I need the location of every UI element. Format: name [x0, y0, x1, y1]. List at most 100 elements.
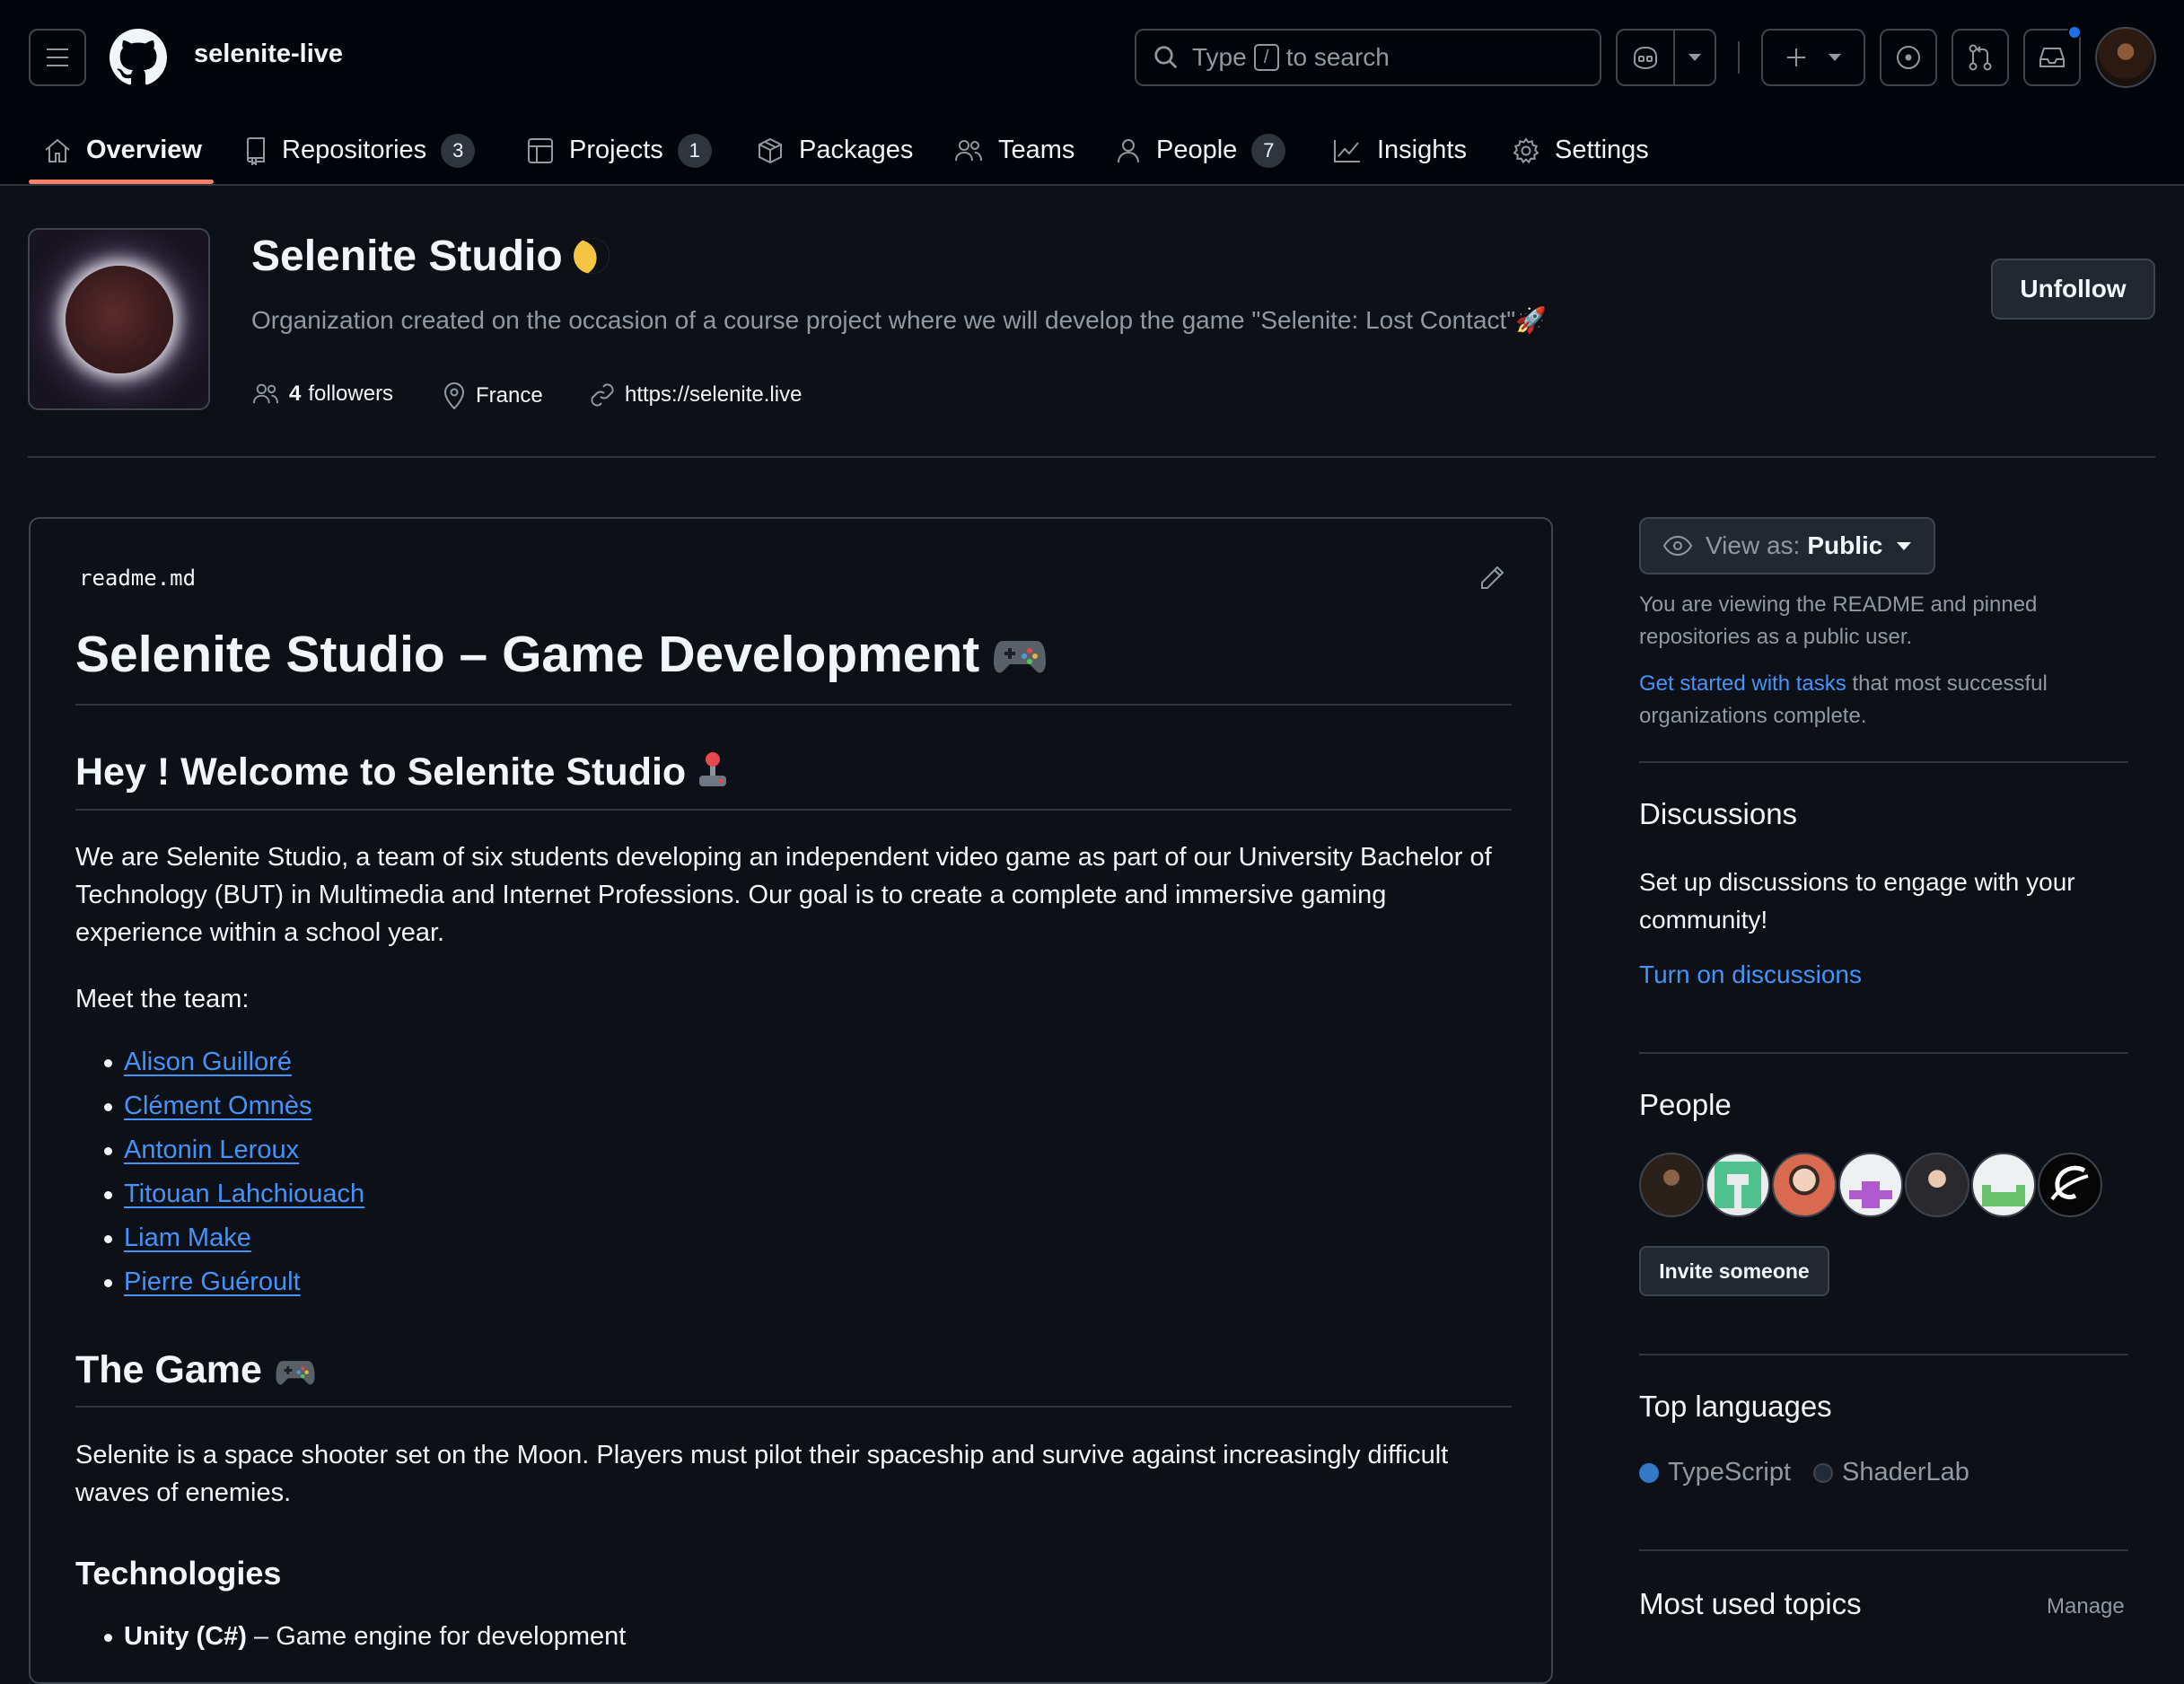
- edit-readme-button[interactable]: [1478, 564, 1506, 597]
- hamburger-icon: [47, 48, 68, 66]
- swirl-logo-icon: [2050, 1165, 2089, 1201]
- game-heading-text: The Game: [75, 1348, 262, 1391]
- followers-label: followers: [308, 382, 394, 406]
- list-item: Unity (C#) – Game engine for development: [75, 1618, 626, 1655]
- team-member-link[interactable]: Pierre Guéroult: [124, 1267, 301, 1296]
- repositories-count-badge: 3: [441, 133, 476, 168]
- tab-settings-label: Settings: [1555, 136, 1649, 164]
- intro-line: We are Selenite Studio, a team of six st…: [75, 843, 1492, 872]
- search-suffix: to search: [1285, 43, 1390, 71]
- issue-opened-icon: [1897, 46, 1920, 69]
- game-line: waves of enemies.: [75, 1478, 292, 1507]
- copilot-dropdown-button[interactable]: [1673, 29, 1716, 86]
- readme-filename: readme.md: [79, 566, 197, 591]
- menu-button[interactable]: [29, 29, 86, 86]
- tab-insights[interactable]: Insights: [1332, 115, 1467, 186]
- top-languages-heading: Top languages: [1639, 1390, 1832, 1423]
- link-icon: [591, 383, 614, 407]
- people-count-badge: 7: [1251, 133, 1286, 168]
- avatar[interactable]: [1905, 1153, 1969, 1217]
- repo-icon: [247, 136, 265, 165]
- followers-link[interactable]: 4 followers: [251, 382, 393, 407]
- readme-heading: Selenite Studio – Game Development: [75, 625, 1512, 684]
- discussions-text-line: Set up discussions to engage with your: [1639, 868, 2075, 896]
- view-as-label: View as:: [1706, 531, 1801, 559]
- search-input[interactable]: Type / to search: [1135, 29, 1601, 86]
- org-description: Organization created on the occasion of …: [251, 306, 1548, 334]
- followers-count: 4: [289, 382, 302, 406]
- view-as-value: Public: [1807, 531, 1883, 559]
- list-item: Antonin Leroux: [75, 1131, 364, 1175]
- game-heading: The Game: [75, 1348, 1512, 1392]
- search-shortcut-key: /: [1253, 44, 1279, 71]
- get-started-tasks-link[interactable]: Get started with tasks: [1639, 671, 1846, 696]
- invite-someone-button[interactable]: Invite someone: [1639, 1246, 1829, 1296]
- team-member-link[interactable]: Alison Guilloré: [124, 1048, 292, 1076]
- meet-team-text: Meet the team:: [75, 985, 250, 1013]
- avatar[interactable]: [1838, 1153, 1903, 1217]
- user-avatar-button[interactable]: [2095, 27, 2156, 88]
- manage-topics-link[interactable]: Manage: [2047, 1594, 2125, 1619]
- website-link[interactable]: https://selenite.live: [589, 382, 802, 408]
- discussions-text: Set up discussions to engage with your c…: [1639, 864, 2128, 939]
- language-item[interactable]: ShaderLab: [1813, 1458, 1969, 1487]
- view-as-dropdown[interactable]: View as: Public: [1639, 517, 1935, 574]
- tab-packages[interactable]: Packages: [756, 115, 913, 186]
- team-member-link[interactable]: Liam Make: [124, 1224, 251, 1252]
- location-icon: [443, 382, 465, 410]
- notification-indicator: [2067, 25, 2082, 39]
- tab-projects[interactable]: Projects 1: [526, 115, 712, 186]
- person-icon: [1118, 138, 1139, 162]
- git-pull-request-icon: [1969, 44, 1992, 71]
- people-icon: [955, 139, 982, 161]
- search-icon: [1154, 46, 1178, 69]
- avatar[interactable]: [1706, 1153, 1770, 1217]
- heading-rule: [75, 704, 1512, 706]
- avatar[interactable]: [1772, 1153, 1837, 1217]
- team-member-link[interactable]: Antonin Leroux: [124, 1136, 299, 1164]
- welcome-heading-text: Hey ! Welcome to Selenite Studio: [75, 750, 687, 794]
- intro-line: Technology (BUT) in Multimedia and Inter…: [75, 881, 1387, 909]
- technologies-heading: Technologies: [75, 1555, 282, 1592]
- tab-projects-label: Projects: [569, 136, 663, 164]
- tab-people[interactable]: People 7: [1115, 115, 1286, 186]
- github-logo-icon[interactable]: [110, 29, 167, 86]
- location: France: [442, 382, 543, 410]
- issues-button[interactable]: [1880, 29, 1937, 86]
- discussions-heading: Discussions: [1639, 797, 1798, 830]
- language-item[interactable]: TypeScript: [1639, 1458, 1791, 1487]
- copilot-icon: [1634, 46, 1657, 70]
- heading-rule: [75, 809, 1512, 811]
- turn-on-discussions-link[interactable]: Turn on discussions: [1639, 960, 2128, 989]
- header-divider: [1738, 41, 1740, 74]
- view-as-note-line: repositories as a public user.: [1639, 625, 1913, 649]
- team-member-link[interactable]: Titouan Lahchiouach: [124, 1180, 364, 1208]
- create-new-button[interactable]: [1761, 29, 1865, 86]
- tab-insights-label: Insights: [1377, 136, 1467, 164]
- avatar[interactable]: [1971, 1153, 2036, 1217]
- game-paragraph: Selenite is a space shooter set on the M…: [75, 1436, 1512, 1512]
- discussions-text-line: community!: [1639, 906, 1768, 934]
- avatar[interactable]: [1639, 1153, 1704, 1217]
- list-item: Pierre Guéroult: [75, 1263, 364, 1307]
- people-avatars: [1639, 1153, 2104, 1217]
- profile-divider: [28, 456, 2155, 458]
- tab-teams[interactable]: Teams: [953, 115, 1074, 186]
- tab-repositories[interactable]: Repositories 3: [244, 115, 476, 186]
- global-header: selenite-live Type / to search Overview …: [0, 0, 2184, 186]
- heading-rule: [75, 1406, 1512, 1408]
- tab-overview[interactable]: Overview: [43, 115, 202, 186]
- avatar[interactable]: [2038, 1153, 2102, 1217]
- unfollow-button[interactable]: Unfollow: [1991, 259, 2155, 320]
- tasks-note-text: organizations complete.: [1639, 704, 1867, 728]
- pull-requests-button[interactable]: [1952, 29, 2009, 86]
- tab-teams-label: Teams: [998, 136, 1075, 164]
- tab-settings[interactable]: Settings: [1512, 115, 1649, 186]
- org-name-link[interactable]: selenite-live: [194, 39, 343, 69]
- tab-repositories-label: Repositories: [282, 136, 427, 164]
- welcome-heading: Hey ! Welcome to Selenite Studio: [75, 750, 1512, 794]
- intro-paragraph: We are Selenite Studio, a team of six st…: [75, 838, 1512, 952]
- home-icon: [45, 138, 70, 162]
- copilot-button[interactable]: [1616, 29, 1675, 86]
- team-member-link[interactable]: Clément Omnès: [124, 1092, 312, 1120]
